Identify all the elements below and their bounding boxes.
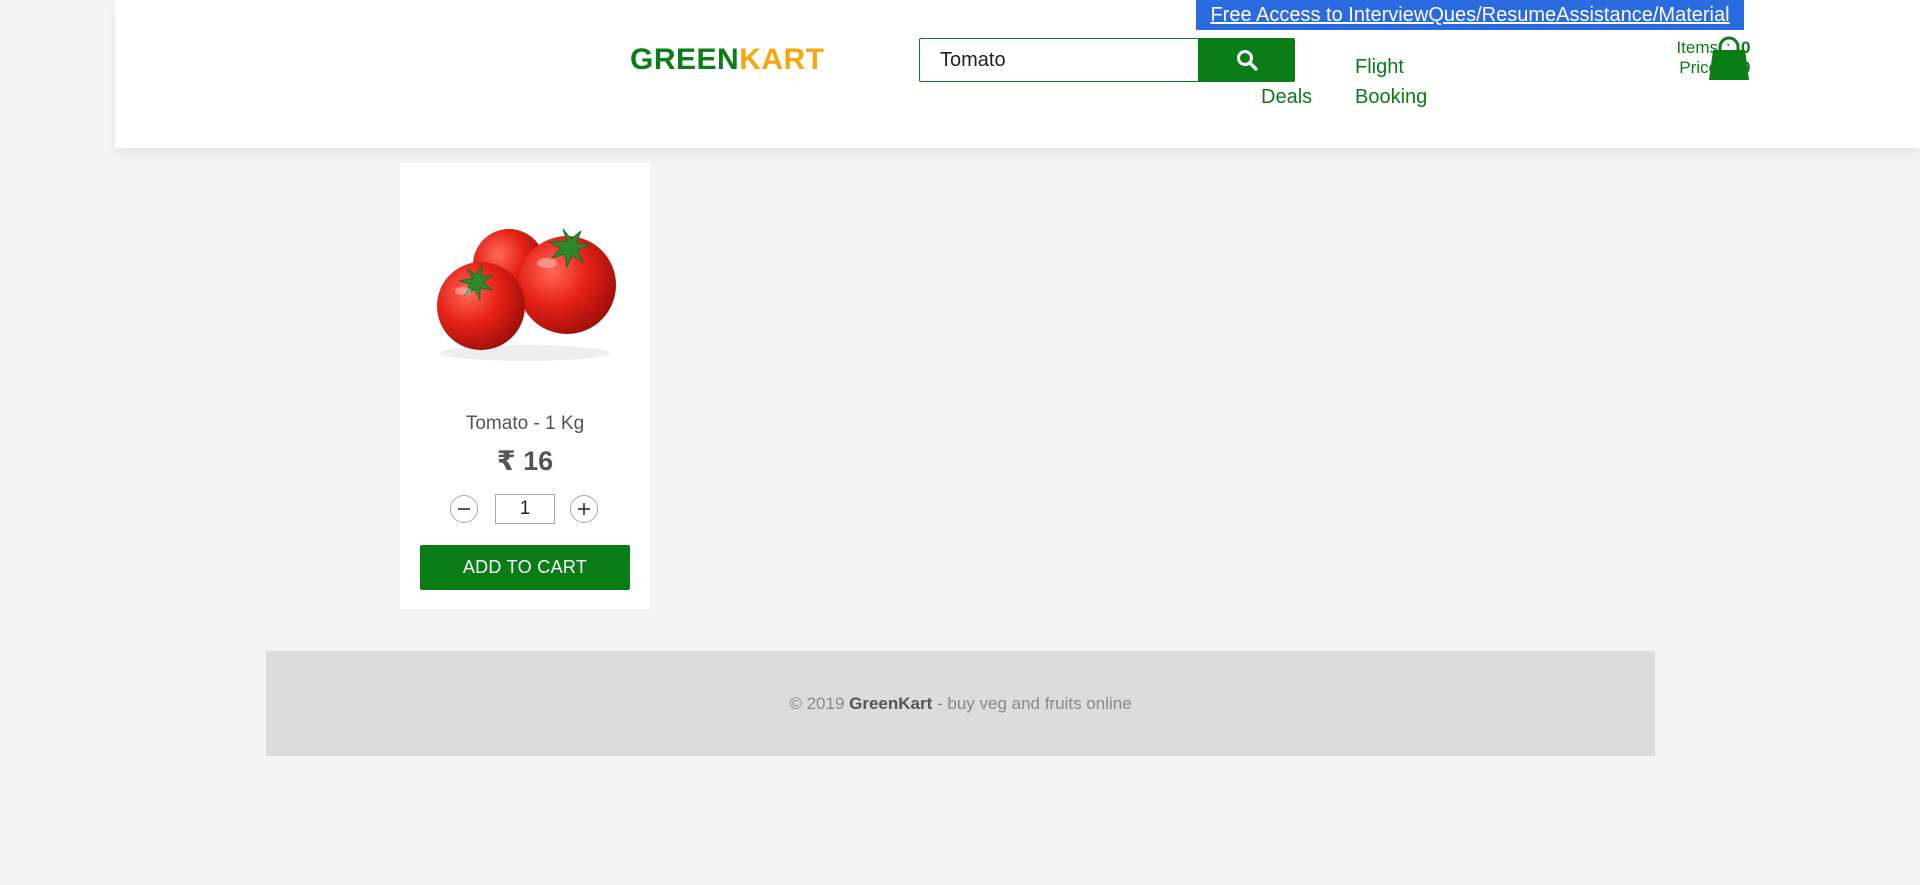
product-name: Tomato - 1 Kg <box>465 413 585 434</box>
search-bar <box>919 38 1295 82</box>
footer: © 2019 GreenKart - buy veg and fruits on… <box>266 651 1655 756</box>
minus-icon <box>458 508 470 510</box>
add-to-cart-button[interactable]: ADD TO CART <box>420 545 630 590</box>
footer-suffix: - buy veg and fruits online <box>932 694 1132 713</box>
decrement-button[interactable] <box>450 495 478 523</box>
nav-flight-booking-line2: Booking <box>1355 86 1428 108</box>
shopping-bag-icon <box>1709 36 1749 80</box>
nav-flight-booking-link[interactable]: Flight Booking <box>1355 52 1427 112</box>
quantity-input[interactable] <box>495 494 555 524</box>
increment-button[interactable] <box>570 495 598 523</box>
footer-brand: GreenKart <box>849 694 933 713</box>
search-input[interactable] <box>919 38 1243 82</box>
nav-top-deals-link[interactable]: Top Deals <box>1261 52 1312 112</box>
nav-top-deals-line2: Deals <box>1261 86 1313 108</box>
brand-logo-kart: KART <box>739 43 825 76</box>
product-price: ₹ 16 <box>496 446 554 476</box>
search-icon <box>1236 50 1258 71</box>
plus-icon <box>578 503 590 515</box>
nav-flight-booking-line1: Flight <box>1355 56 1404 78</box>
promo-link[interactable]: Free Access to InterviewQues/ResumeAssis… <box>1196 0 1744 30</box>
tomato-image <box>425 203 625 373</box>
brand-logo-green: GREEN <box>630 43 740 76</box>
brand-logo: GREENKART <box>630 43 825 77</box>
cart-summary: Items : 0 Price : 0 <box>1595 38 1795 78</box>
product-card: Tomato - 1 Kg ₹ 16 ADD TO CART <box>400 163 650 609</box>
cart-items-row: Items : 0 <box>1595 38 1795 58</box>
cart-price-row: Price : 0 <box>1595 58 1795 78</box>
header: Free Access to InterviewQues/ResumeAssis… <box>115 0 1920 148</box>
nav-top-deals-line1: Top <box>1261 56 1294 78</box>
footer-prefix: © 2019 <box>789 694 850 713</box>
cart-button[interactable] <box>1707 36 1751 82</box>
